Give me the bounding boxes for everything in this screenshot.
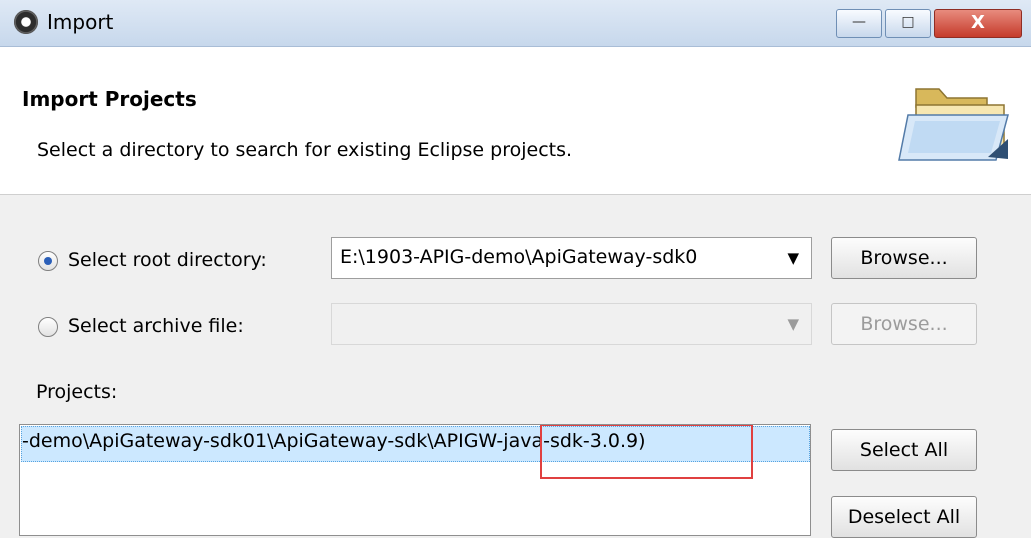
root-directory-value: E:\1903-APIG-demo\ApiGateway-sdk0: [340, 246, 698, 268]
deselect-all-button[interactable]: Deselect All: [831, 496, 977, 538]
wizard-header: Import Projects Select a directory to se…: [0, 47, 1031, 195]
projects-list[interactable]: -demo\ApiGateway-sdk01\ApiGateway-sdk\AP…: [19, 424, 811, 536]
browse-archive-button: Browse...: [831, 303, 977, 345]
project-row[interactable]: -demo\ApiGateway-sdk01\ApiGateway-sdk\AP…: [21, 425, 810, 479]
root-directory-label: Select root directory:: [68, 249, 267, 271]
project-path-prefix: -demo\ApiGateway-sdk01\ApiGateway-sdk: [22, 430, 428, 452]
root-directory-combo[interactable]: E:\1903-APIG-demo\ApiGateway-sdk0 ▼: [331, 237, 812, 279]
close-button[interactable]: X: [934, 9, 1022, 38]
root-directory-radio[interactable]: [38, 251, 58, 271]
window-title: Import: [47, 10, 114, 34]
chevron-down-icon: ▼: [787, 315, 799, 333]
maximize-button[interactable]: □: [885, 9, 931, 38]
chevron-down-icon[interactable]: ▼: [787, 249, 799, 267]
minimize-button[interactable]: —: [836, 9, 882, 38]
title-bar: Import — □ X: [0, 0, 1031, 47]
browse-root-button[interactable]: Browse...: [831, 237, 977, 279]
red-highlight-box: [540, 425, 753, 479]
archive-file-combo: ▼: [331, 303, 812, 345]
page-description: Select a directory to search for existin…: [37, 139, 573, 161]
select-all-button[interactable]: Select All: [831, 429, 977, 471]
archive-file-radio[interactable]: [38, 317, 58, 337]
projects-label: Projects:: [36, 381, 118, 403]
page-title: Import Projects: [22, 87, 197, 111]
eclipse-icon: [14, 10, 38, 34]
archive-file-label: Select archive file:: [68, 315, 244, 337]
folder-icon: [898, 88, 1009, 161]
